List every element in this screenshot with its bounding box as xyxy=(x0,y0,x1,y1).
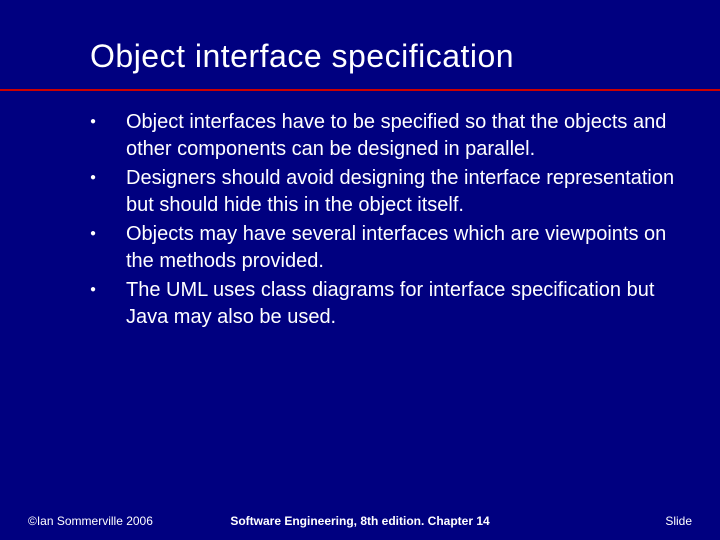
bullet-item: Object interfaces have to be specified s… xyxy=(90,109,680,163)
slide-title: Object interface specification xyxy=(90,38,680,75)
footer-slide-label: Slide xyxy=(665,514,692,528)
title-area: Object interface specification xyxy=(0,0,720,75)
footer-title: Software Engineering, 8th edition. Chapt… xyxy=(230,514,489,528)
bullet-item: Designers should avoid designing the int… xyxy=(90,165,680,219)
footer-copyright: ©Ian Sommerville 2006 xyxy=(28,514,153,528)
footer: ©Ian Sommerville 2006 Software Engineeri… xyxy=(0,514,720,528)
bullet-list: Object interfaces have to be specified s… xyxy=(90,109,680,331)
bullet-item: Objects may have several interfaces whic… xyxy=(90,221,680,275)
content-area: Object interfaces have to be specified s… xyxy=(0,91,720,331)
bullet-item: The UML uses class diagrams for interfac… xyxy=(90,277,680,331)
